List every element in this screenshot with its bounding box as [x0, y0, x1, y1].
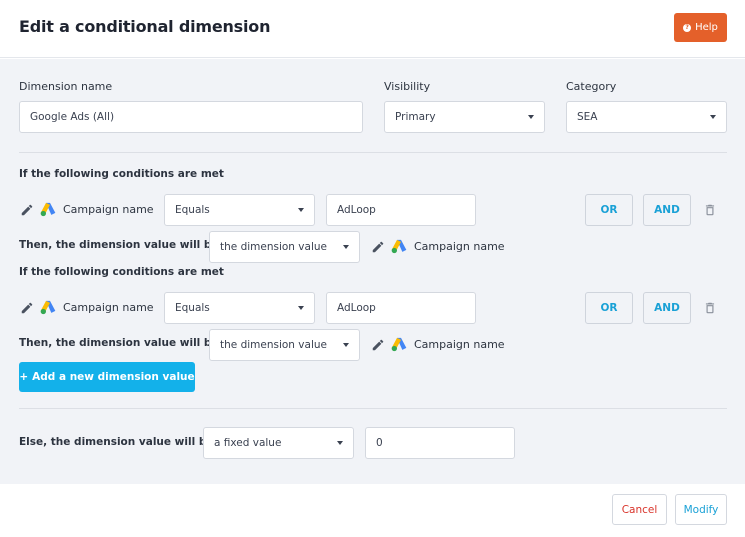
operator-value: Equals: [175, 302, 210, 314]
cancel-button[interactable]: Cancel: [612, 494, 667, 525]
google-ads-icon: [40, 300, 56, 315]
then-value: the dimension value: [220, 241, 327, 253]
then-value-select[interactable]: the dimension value: [209, 231, 360, 263]
or-button[interactable]: OR: [585, 292, 633, 324]
edit-pencil-icon[interactable]: [20, 203, 34, 217]
else-value-input[interactable]: 0: [365, 427, 515, 459]
visibility-select[interactable]: Primary: [384, 101, 545, 133]
modify-button[interactable]: Modify: [675, 494, 727, 525]
plus-icon: +: [19, 371, 29, 383]
help-label: Help: [695, 22, 718, 33]
divider: [19, 408, 727, 409]
modal-title: Edit a conditional dimension: [19, 17, 271, 36]
add-dimension-value-label: Add a new dimension value: [32, 371, 195, 383]
edit-pencil-icon[interactable]: [371, 240, 385, 254]
then-label: Then, the dimension value will be:: [19, 239, 223, 251]
else-mode-select[interactable]: a fixed value: [203, 427, 354, 459]
then-label: Then, the dimension value will be:: [19, 337, 223, 349]
help-icon: ?: [683, 23, 692, 32]
category-label: Category: [566, 80, 617, 93]
and-button[interactable]: AND: [643, 292, 691, 324]
edit-pencil-icon[interactable]: [371, 338, 385, 352]
help-button[interactable]: ? Help: [674, 13, 727, 42]
visibility-value: Primary: [395, 111, 436, 123]
modal-header: Edit a conditional dimension ? Help: [0, 0, 745, 58]
edit-pencil-icon[interactable]: [20, 301, 34, 315]
then-value: the dimension value: [220, 339, 327, 351]
trash-icon[interactable]: [703, 202, 717, 218]
operator-select[interactable]: Equals: [164, 194, 315, 226]
then-source-label: Campaign name: [414, 240, 505, 253]
condition-value-input[interactable]: AdLoop: [326, 292, 476, 324]
google-ads-icon: [40, 202, 56, 217]
google-ads-icon: [391, 239, 407, 254]
dimension-name-input[interactable]: Google Ads (All): [19, 101, 363, 133]
dimension-name-label: Dimension name: [19, 80, 113, 93]
condition-heading: If the following conditions are met: [19, 168, 224, 180]
operator-value: Equals: [175, 204, 210, 216]
and-button[interactable]: AND: [643, 194, 691, 226]
condition-value-input[interactable]: AdLoop: [326, 194, 476, 226]
category-select[interactable]: SEA: [566, 101, 727, 133]
category-value: SEA: [577, 111, 598, 123]
or-button[interactable]: OR: [585, 194, 633, 226]
google-ads-icon: [391, 337, 407, 352]
condition-source-label: Campaign name: [63, 203, 154, 216]
operator-select[interactable]: Equals: [164, 292, 315, 324]
else-label: Else, the dimension value will be:: [19, 436, 218, 448]
condition-source-label: Campaign name: [63, 301, 154, 314]
add-dimension-value-button[interactable]: + Add a new dimension value: [19, 362, 195, 392]
then-source-label: Campaign name: [414, 338, 505, 351]
else-mode-value: a fixed value: [214, 437, 282, 449]
visibility-label: Visibility: [384, 80, 431, 93]
trash-icon[interactable]: [703, 300, 717, 316]
condition-heading: If the following conditions are met: [19, 266, 224, 278]
divider: [19, 152, 727, 153]
then-value-select[interactable]: the dimension value: [209, 329, 360, 361]
